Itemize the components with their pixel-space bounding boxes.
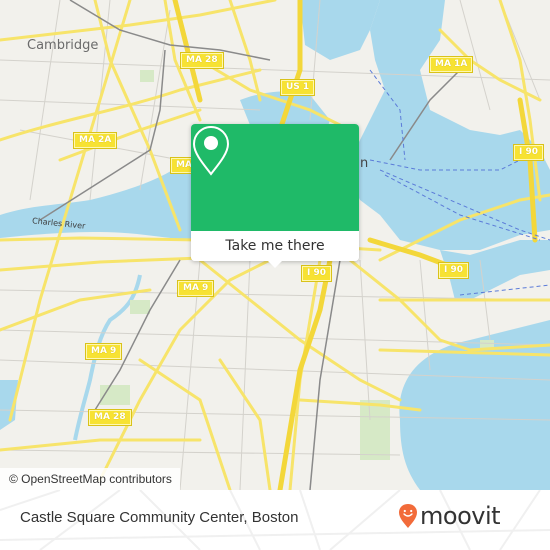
- map-attribution[interactable]: © OpenStreetMap contributors: [0, 468, 180, 490]
- moovit-logo[interactable]: moovit: [398, 502, 501, 530]
- road-shield-ma9-west: MA 9: [84, 343, 123, 360]
- map-pin-icon: [192, 125, 230, 176]
- park: [360, 400, 390, 460]
- road-shield-ma28-south: MA 28: [88, 409, 132, 426]
- footer-bar: Castle Square Community Center, Boston m…: [0, 490, 550, 550]
- road-shield-ma2a: MA 2A: [72, 132, 118, 149]
- road-shield-us1: US 1: [279, 79, 316, 96]
- place-label-boston-partial: n: [360, 156, 369, 171]
- take-me-there-button[interactable]: Take me there: [191, 231, 359, 261]
- location-title: Castle Square Community Center, Boston: [20, 509, 299, 526]
- location-popup: Take me there: [191, 124, 359, 268]
- place-label-cambridge: Cambridge: [27, 38, 99, 53]
- moovit-logo-text: moovit: [420, 502, 501, 530]
- popup-pointer: [267, 260, 283, 268]
- road-shield-i90-center: I 90: [300, 265, 333, 282]
- road-shield-i90-south: I 90: [437, 262, 470, 279]
- moovit-pin-smile-icon: [399, 504, 417, 528]
- boston-harbor-water: [350, 0, 550, 250]
- mystic-river-water: [300, 0, 380, 60]
- map-view[interactable]: Cambridge Charles River n MA 28 US 1 MA …: [0, 0, 550, 490]
- road-shield-i90-east: I 90: [512, 144, 545, 161]
- jamaica-pond: [0, 380, 18, 430]
- road-shield-ma1a: MA 1A: [428, 56, 474, 73]
- park: [130, 300, 150, 314]
- park: [140, 70, 154, 82]
- charles-river-water: [0, 150, 200, 240]
- road-shield-ma9-center: MA 9: [176, 280, 215, 297]
- popup-header: [191, 124, 359, 231]
- road-shield-ma28-north: MA 28: [180, 52, 224, 69]
